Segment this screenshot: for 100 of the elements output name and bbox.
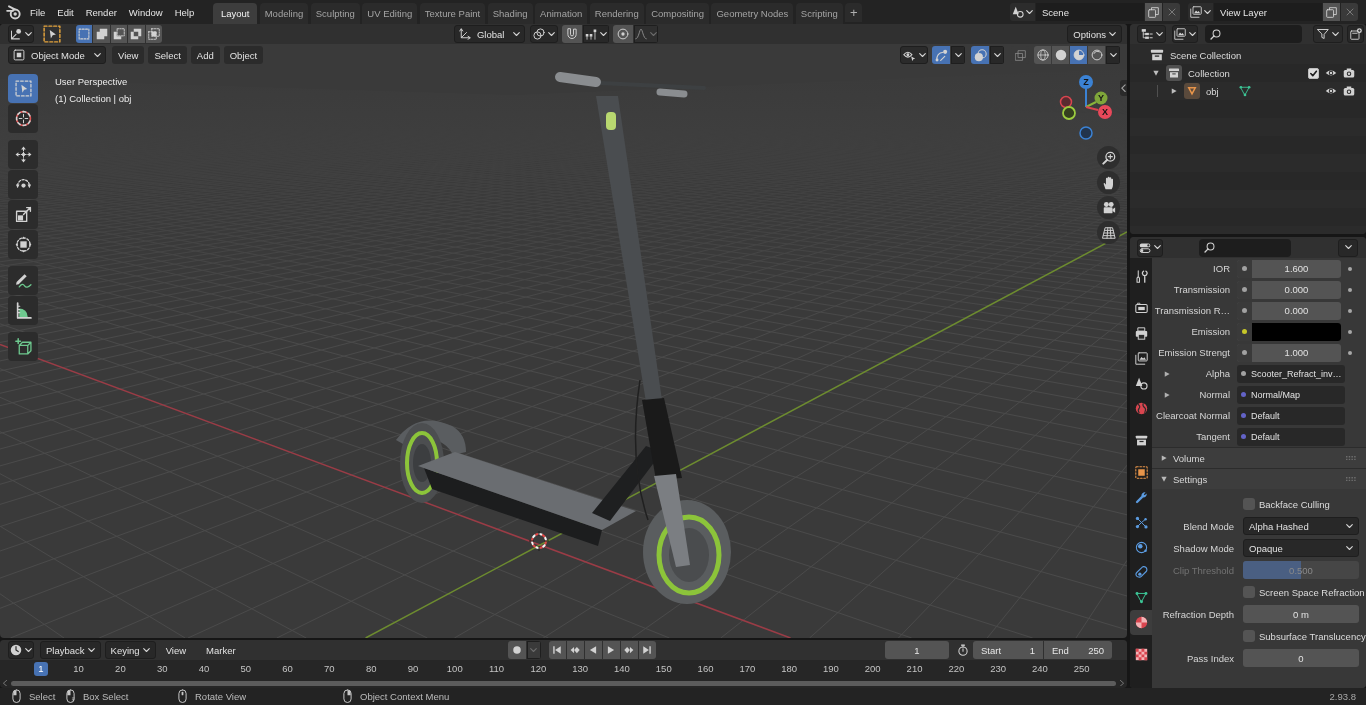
workspace-tab[interactable]: Layout [213,3,258,24]
menu-item[interactable]: Edit [51,2,80,22]
dropdown[interactable]: Alpha Hashed [1243,517,1359,535]
x-axis-handle[interactable]: X [1098,105,1112,119]
tree-item-label[interactable]: Scene Collection [1170,49,1242,61]
menu-item[interactable]: Marker [200,641,242,659]
display-mode-dropdown[interactable] [1172,25,1198,43]
checkbox[interactable] [1243,630,1255,642]
pivot-point-dropdown[interactable] [529,25,558,43]
snap-toggle[interactable] [561,25,582,43]
playback-button[interactable] [584,641,602,659]
selection-mode-button[interactable] [93,25,110,43]
checkbox[interactable] [1307,67,1319,79]
disclosure-triangle-icon[interactable] [1171,88,1177,94]
workspace-tab[interactable]: Compositing [646,3,709,24]
link-field[interactable]: Default [1237,406,1345,425]
playback-button[interactable] [548,641,566,659]
auto-keying-toggle[interactable] [507,641,526,659]
y-axis-handle[interactable]: Y [1094,91,1108,105]
menu-item[interactable]: View [112,46,145,64]
menu-item[interactable]: File [24,2,52,22]
number-field[interactable]: 1.000 [1237,343,1341,362]
checkbox[interactable] [1243,586,1255,598]
add-workspace-button[interactable]: + [845,3,863,22]
selection-mode-button[interactable] [128,25,145,43]
selection-mode-button[interactable] [145,25,162,43]
selection-mode-button[interactable] [110,25,128,43]
tool-button[interactable] [8,296,38,325]
overlay-toggle[interactable] [971,46,989,64]
options-dropdown[interactable]: Options [1067,25,1122,43]
menu-dropdown[interactable]: Playback [40,641,101,659]
playback-button[interactable] [638,641,656,659]
gizmo-dropdown[interactable] [951,46,965,64]
checkbox-label[interactable]: Screen Space Refraction [1259,586,1365,598]
panel-header[interactable]: Settings [1152,468,1366,489]
start-frame-field[interactable]: Start 1 [973,641,1043,659]
disclosure-triangle-icon[interactable] [1164,370,1170,377]
render-toggle[interactable] [1342,66,1356,80]
tool-button[interactable] [8,170,38,199]
workspace-tab[interactable]: Texture Paint [419,3,486,24]
scene-browse-dropdown[interactable] [1010,3,1035,21]
playback-button[interactable] [602,641,620,659]
tool-button[interactable] [8,104,38,133]
number-field[interactable]: 0 m [1243,605,1359,623]
dropdown[interactable]: Opaque [1243,539,1359,557]
shading-mode-button[interactable] [1070,46,1087,64]
menu-item[interactable]: Window [122,2,169,22]
workspace-tab[interactable]: Sculpting [310,3,360,24]
axis-ball-icon[interactable] [1059,95,1073,109]
tool-button[interactable] [8,332,38,361]
panel-header[interactable]: Volume [1152,447,1366,468]
workspace-tab[interactable]: Geometry Nodes [711,3,794,24]
end-frame-field[interactable]: End 250 [1044,641,1112,659]
link-field[interactable]: Scooter_Refract_inv… [1237,364,1345,383]
editor-type-dropdown[interactable] [8,641,34,659]
tree-item-label[interactable]: obj [1206,85,1219,97]
shading-mode-button[interactable] [1034,46,1051,64]
editor-type-dropdown[interactable] [1137,238,1163,257]
axis-ball-icon[interactable] [1062,106,1076,120]
menu-item[interactable]: Help [168,2,201,22]
menu-item[interactable]: Object [223,46,264,64]
checkbox[interactable] [1243,498,1255,510]
workspace-tab[interactable]: Scripting [795,3,843,24]
number-field[interactable]: 0.000 [1237,301,1341,320]
menu-item[interactable]: Add [190,46,220,64]
disclosure-triangle-icon[interactable] [1153,70,1159,76]
proportional-editing-toggle[interactable] [612,25,633,43]
sidebar-toggle[interactable] [1120,80,1127,96]
transform-orientation-dropdown[interactable]: Global [453,25,525,43]
axis-ball-icon[interactable] [1079,126,1093,140]
options-dropdown[interactable] [1338,238,1358,257]
mode-dropdown[interactable]: Object Mode [8,46,106,64]
tool-button[interactable] [8,140,38,169]
checkbox-label[interactable]: Backface Culling [1259,498,1330,510]
snap-target-dropdown[interactable] [582,25,609,43]
horizontal-scrollbar[interactable] [11,680,1116,686]
overlay-dropdown[interactable] [990,46,1004,64]
search-field[interactable] [1205,25,1302,43]
number-field[interactable]: 0 [1243,649,1359,667]
workspace-tab[interactable]: Rendering [589,3,644,24]
number-field[interactable]: 1.600 [1237,259,1341,278]
falloff-dropdown[interactable] [633,25,658,43]
menu-item[interactable]: View [159,641,193,659]
filter-dropdown[interactable] [1313,25,1343,43]
projection-toggle[interactable] [1097,221,1120,244]
menu-item[interactable]: Select [148,46,187,64]
playback-button[interactable] [566,641,584,659]
link-field[interactable]: Default [1237,427,1345,446]
scene-field[interactable]: Scene [1036,3,1144,21]
gizmo-toggle[interactable] [932,46,950,64]
tool-button[interactable] [8,230,38,259]
tree-item-label[interactable]: Collection [1188,67,1230,79]
tool-button[interactable] [8,266,38,295]
new-scene-button[interactable] [1145,3,1162,21]
menu-item[interactable]: Render [79,2,123,22]
blender-menu-button[interactable] [5,3,22,21]
new-collection-button[interactable] [1347,25,1364,43]
render-toggle[interactable] [1342,84,1356,98]
number-field[interactable]: 0.000 [1237,280,1341,299]
editor-type-dropdown[interactable] [8,25,34,43]
